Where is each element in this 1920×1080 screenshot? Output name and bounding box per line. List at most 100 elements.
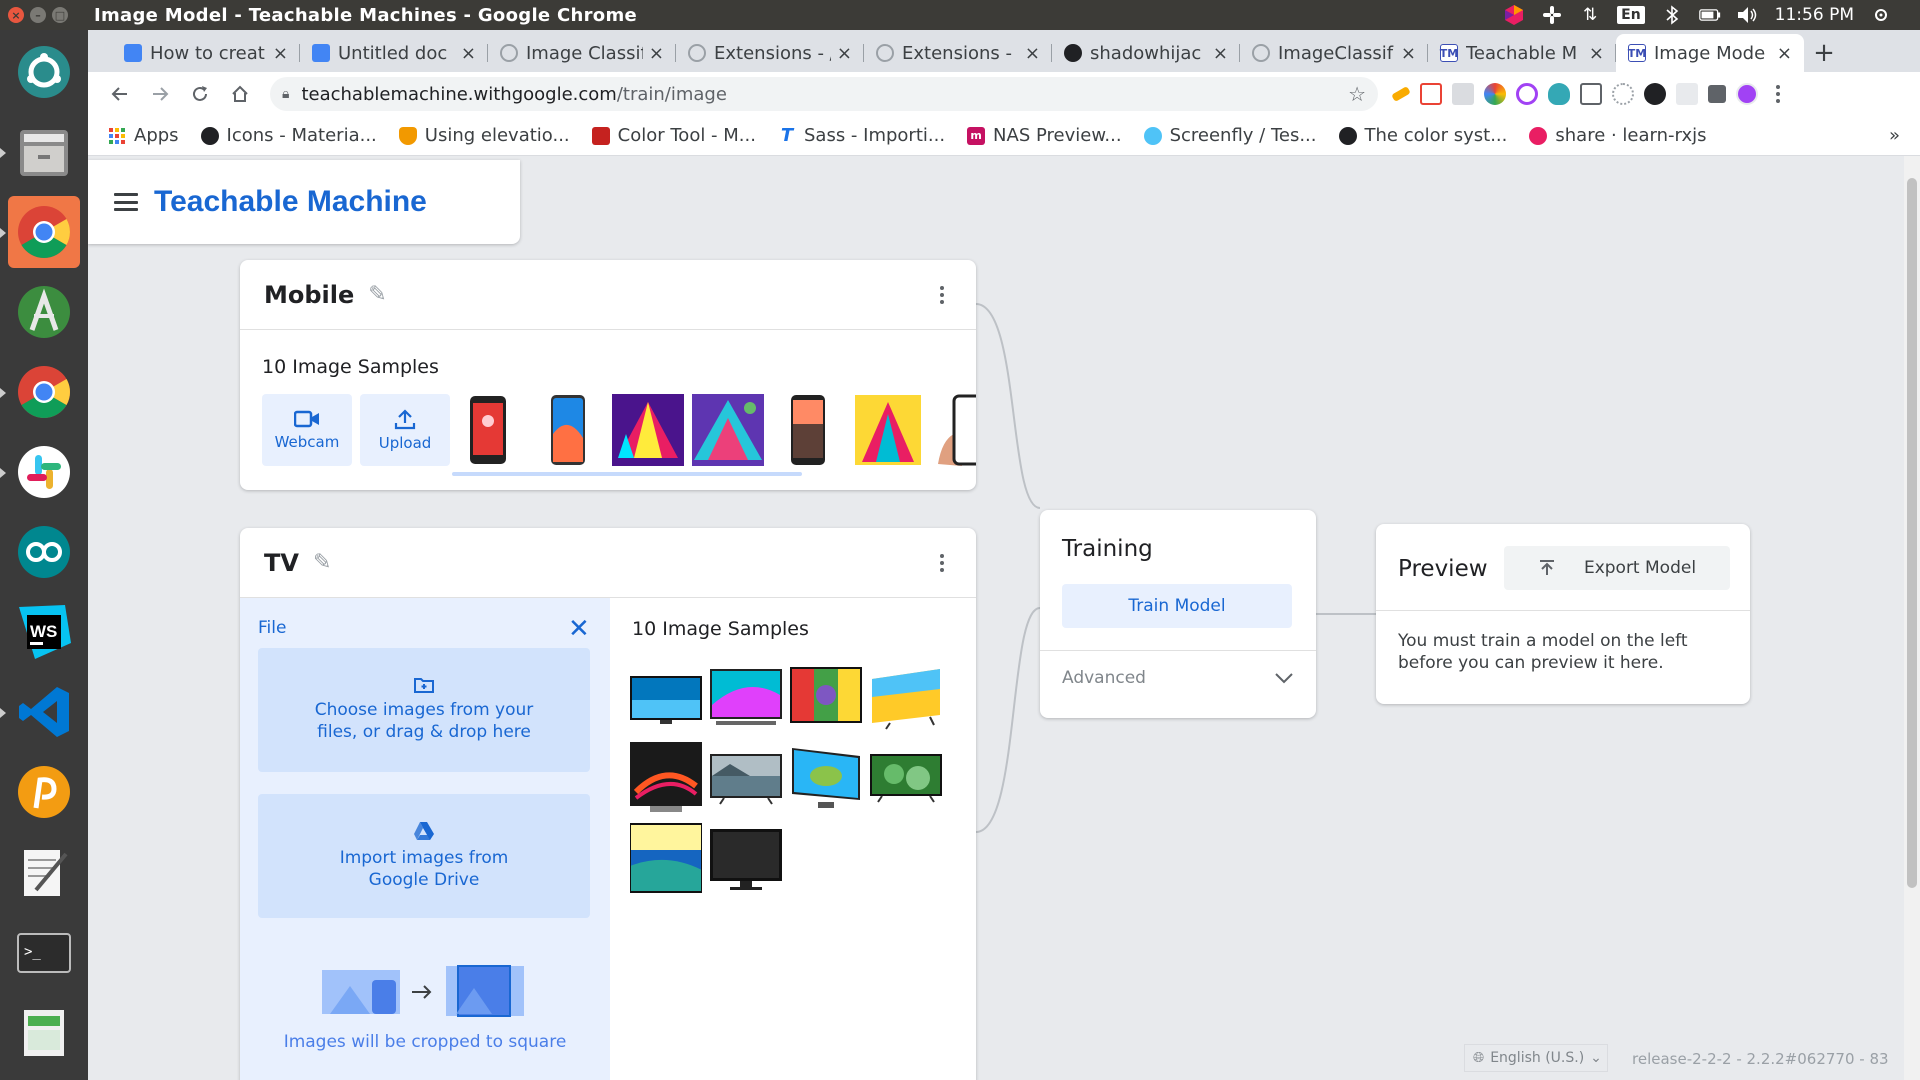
launcher-slack[interactable]	[0, 436, 80, 508]
bluetooth-icon[interactable]	[1661, 4, 1683, 26]
color-picker-tray-icon[interactable]	[1503, 4, 1525, 26]
bookmark-apps[interactable]: Apps	[108, 125, 179, 146]
extension-translate-icon[interactable]	[1580, 83, 1602, 105]
launcher-arduino[interactable]	[8, 516, 80, 588]
profile-avatar[interactable]	[1736, 83, 1758, 105]
sample-thumbnail[interactable]	[710, 662, 782, 734]
reload-button[interactable]	[182, 76, 218, 112]
browser-tab[interactable]: Extensions - ×	[864, 34, 1052, 72]
launcher-postman[interactable]	[8, 756, 80, 828]
launcher-terminal[interactable]: >_	[8, 916, 80, 988]
bookmark-star-icon[interactable]: ☆	[1348, 82, 1366, 106]
extension-color-picker-icon[interactable]	[1516, 83, 1538, 105]
chrome-menu-icon[interactable]	[1776, 85, 1780, 103]
edit-pencil-icon[interactable]: ✎	[313, 550, 331, 575]
train-model-button[interactable]: Train Model	[1062, 584, 1292, 628]
extension-gear-icon[interactable]	[1612, 83, 1634, 105]
launcher-chrome[interactable]	[0, 196, 80, 268]
sample-thumbnail[interactable]	[630, 822, 702, 894]
bookmark-item[interactable]: T Sass - Importi...	[778, 125, 945, 146]
battery-icon[interactable]	[1698, 4, 1721, 26]
extension-cloud-icon[interactable]	[1548, 83, 1570, 105]
class-options-icon[interactable]	[940, 553, 944, 572]
close-icon[interactable]: ×	[649, 43, 664, 64]
close-icon[interactable]: ✕	[568, 614, 590, 644]
sample-thumbnail[interactable]	[870, 742, 942, 814]
browser-tab[interactable]: shadowhijac ×	[1052, 34, 1240, 72]
address-bar[interactable]: 🔒︎ teachablemachine.withgoogle.com/train…	[270, 77, 1378, 111]
extension-highlighter-icon[interactable]	[1391, 86, 1411, 102]
page-scrollbar[interactable]	[1904, 156, 1920, 1080]
launcher-files[interactable]	[0, 116, 80, 188]
upload-button[interactable]: Upload	[360, 394, 450, 466]
bookmark-item[interactable]: Color Tool - M...	[591, 125, 756, 146]
bookmark-item[interactable]: Screenfly / Tes...	[1143, 125, 1317, 146]
extension-dark-mode-icon[interactable]	[1644, 83, 1666, 105]
volume-icon[interactable]	[1737, 4, 1759, 26]
extensions-puzzle-icon[interactable]	[1708, 85, 1726, 103]
scrollbar-thumb[interactable]	[1907, 178, 1917, 888]
bookmark-item[interactable]: Using elevatio...	[398, 125, 570, 146]
extension-calendar-icon[interactable]	[1420, 83, 1442, 105]
back-button[interactable]	[102, 76, 138, 112]
google-drive-import[interactable]: Import images from Google Drive	[258, 794, 590, 918]
sample-thumbnail[interactable]	[870, 662, 942, 734]
sample-thumbnail[interactable]	[852, 394, 924, 466]
browser-tab[interactable]: Untitled doc ×	[300, 34, 488, 72]
launcher-vscode[interactable]	[0, 676, 80, 748]
sample-thumbnail[interactable]	[452, 394, 524, 466]
menu-icon[interactable]	[114, 193, 138, 211]
class-name[interactable]: TV	[264, 549, 299, 577]
extension-trash-icon[interactable]	[1452, 83, 1474, 105]
close-icon[interactable]: ×	[1589, 43, 1604, 64]
sample-thumbnail[interactable]	[630, 662, 702, 734]
close-icon[interactable]: ×	[1401, 43, 1416, 64]
sample-thumbnail[interactable]	[710, 822, 782, 894]
class-options-icon[interactable]	[940, 285, 944, 304]
slack-tray-icon[interactable]	[1541, 4, 1563, 26]
close-icon[interactable]: ×	[1213, 43, 1228, 64]
power-gear-icon[interactable]	[1870, 4, 1892, 26]
advanced-toggle[interactable]: Advanced	[1062, 668, 1294, 688]
lock-icon[interactable]: 🔒︎	[282, 86, 289, 102]
bookmark-item[interactable]: Icons - Materia...	[200, 125, 377, 146]
sample-thumbnail[interactable]	[790, 742, 862, 814]
bookmark-item[interactable]: The color syst...	[1338, 125, 1507, 146]
thumbnail-scrollbar[interactable]	[452, 472, 802, 476]
close-icon[interactable]: ×	[837, 43, 852, 64]
keyboard-layout-indicator[interactable]: En	[1617, 6, 1645, 24]
app-brand-title[interactable]: Teachable Machine	[154, 185, 427, 219]
launcher-android-studio[interactable]	[8, 276, 80, 348]
close-icon[interactable]: ×	[461, 43, 476, 64]
extension-grid-icon[interactable]	[1676, 83, 1698, 105]
browser-tab[interactable]: Image Classif ×	[488, 34, 676, 72]
sample-thumbnail[interactable]	[532, 394, 604, 466]
clock[interactable]: 11:56 PM	[1775, 5, 1854, 25]
browser-tab[interactable]: Extensions - / ×	[676, 34, 864, 72]
window-minimize-button[interactable]: –	[30, 7, 46, 23]
browser-tab[interactable]: How to creat ×	[112, 34, 300, 72]
browser-tab[interactable]: TM Teachable M ×	[1428, 34, 1616, 72]
launcher-chrome-2[interactable]	[0, 356, 80, 428]
sample-thumbnail[interactable]	[710, 742, 782, 814]
sample-thumbnail[interactable]	[692, 394, 764, 466]
extension-colorzilla-icon[interactable]	[1484, 83, 1506, 105]
window-maximize-button[interactable]: □	[52, 7, 68, 23]
close-icon[interactable]: ×	[1025, 43, 1040, 64]
sample-thumbnail[interactable]	[612, 394, 684, 466]
browser-tab[interactable]: ImageClassif ×	[1240, 34, 1428, 72]
network-transfer-icon[interactable]: ⇅	[1579, 4, 1601, 26]
class-name[interactable]: Mobile	[264, 281, 354, 309]
sample-thumbnail[interactable]	[772, 394, 844, 466]
close-icon[interactable]: ×	[273, 43, 288, 64]
browser-tab-active[interactable]: TM Image Mode ×	[1616, 34, 1804, 72]
export-model-button[interactable]: Export Model	[1504, 546, 1730, 590]
window-close-button[interactable]: ×	[8, 7, 24, 23]
choose-files-dropzone[interactable]: Choose images from your files, or drag &…	[258, 648, 590, 772]
webcam-button[interactable]: Webcam	[262, 394, 352, 466]
edit-pencil-icon[interactable]: ✎	[368, 282, 386, 307]
language-select[interactable]: 🌐︎ English (U.S.) ⌄	[1464, 1044, 1608, 1072]
sample-thumbnail[interactable]	[932, 394, 976, 466]
home-button[interactable]	[222, 76, 258, 112]
more-bookmarks-chevron-icon[interactable]: »	[1889, 125, 1900, 146]
